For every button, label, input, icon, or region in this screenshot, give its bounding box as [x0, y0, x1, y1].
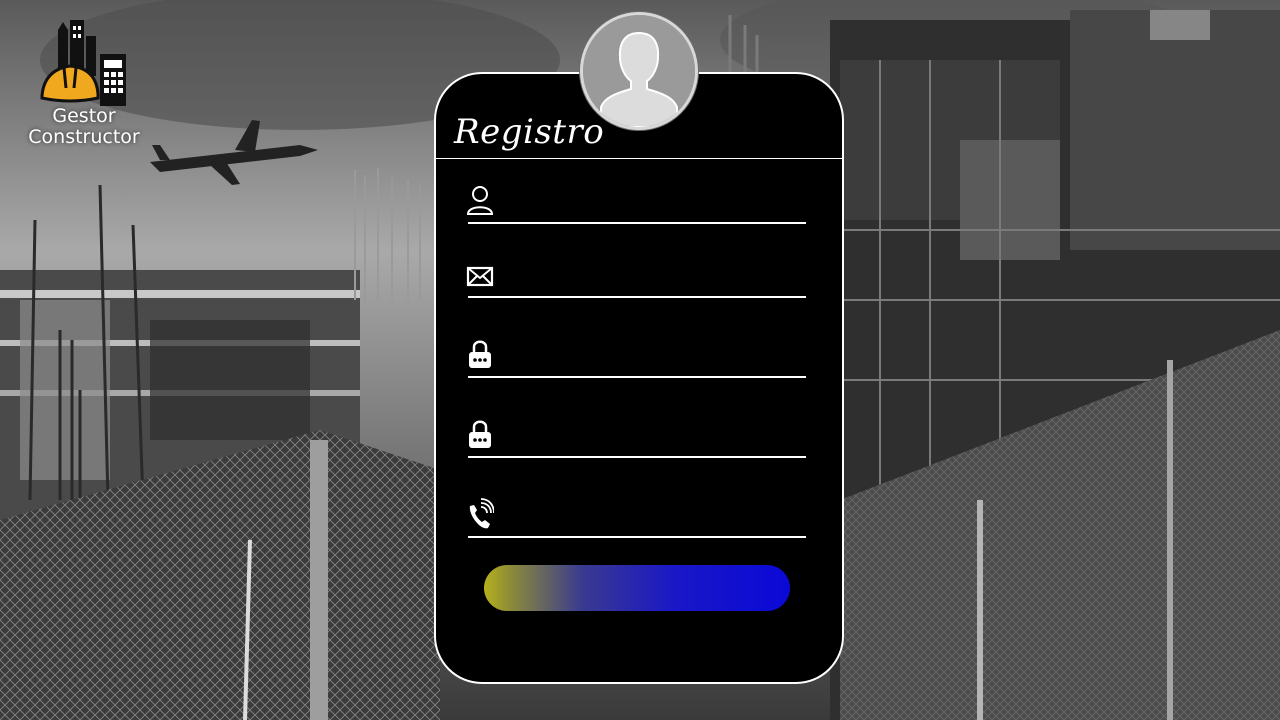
username-field [466, 178, 806, 224]
phone-field [466, 492, 806, 538]
mail-icon [466, 266, 494, 287]
brand-logo: Gestor Constructor [18, 16, 150, 156]
field-underline [468, 456, 806, 458]
email-input[interactable] [506, 262, 806, 294]
field-underline [468, 536, 806, 538]
email-field [466, 252, 806, 298]
construction-logo-icon [40, 20, 126, 106]
phone-input[interactable] [506, 502, 806, 534]
lock-icon [469, 420, 491, 448]
brand-name-line2: Constructor [28, 126, 140, 148]
username-input[interactable] [506, 188, 806, 220]
title-divider [436, 158, 842, 159]
brand-name: Gestor Constructor [18, 106, 150, 148]
user-icon [466, 186, 494, 215]
field-underline [468, 376, 806, 378]
password-field [466, 332, 806, 378]
phone-icon [469, 498, 494, 529]
field-underline [468, 222, 806, 224]
register-button[interactable] [484, 565, 790, 611]
confirm-password-input[interactable] [506, 422, 806, 454]
page-title: Registro [454, 112, 605, 152]
confirm-password-field [466, 412, 806, 458]
lock-icon [469, 340, 491, 368]
field-underline [468, 296, 806, 298]
password-input[interactable] [506, 342, 806, 374]
brand-name-line1: Gestor [52, 105, 116, 127]
user-avatar-icon [583, 15, 695, 127]
